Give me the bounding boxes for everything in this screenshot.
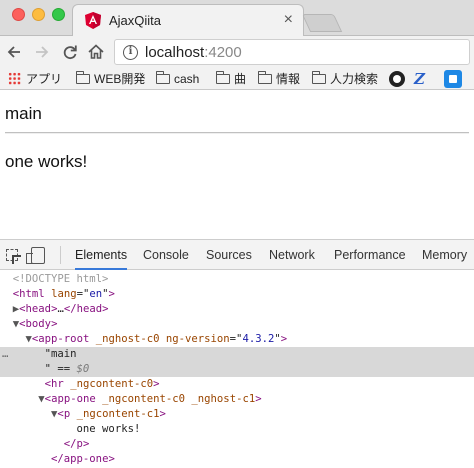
tab-elements[interactable]: Elements xyxy=(75,240,128,270)
apps-grid-icon xyxy=(8,72,21,85)
dom-node-app-one[interactable]: ▼<app-one _ngcontent-c0 _nghost-c1> xyxy=(0,392,474,407)
dom-node-hr[interactable]: <hr _ngcontent-c0> xyxy=(0,377,474,392)
bookmark-apps[interactable]: アプリ xyxy=(8,70,62,88)
close-window-button[interactable] xyxy=(12,8,25,21)
reload-icon[interactable] xyxy=(60,42,80,62)
hr-ngcontent-attr: _ngcontent-c0 xyxy=(70,378,154,390)
dom-node-p[interactable]: ▼<p _ngcontent-c1> xyxy=(0,407,474,422)
devtools-tab-bar: Elements Console Sources Network Perform… xyxy=(0,240,474,270)
text-node-main: "main xyxy=(44,348,77,360)
info-icon[interactable]: i xyxy=(123,45,138,60)
bookmark-folder-music[interactable]: 曲 xyxy=(216,70,246,88)
dom-node-p-text[interactable]: one works! xyxy=(0,422,474,437)
doctype-text: <!DOCTYPE html> xyxy=(12,273,109,285)
p-tag-name: p xyxy=(63,408,71,420)
maximize-window-button[interactable] xyxy=(52,8,65,21)
tab-sources[interactable]: Sources xyxy=(206,240,252,270)
folder-icon xyxy=(216,71,230,84)
dom-node-html[interactable]: <html lang="en"> xyxy=(0,287,474,302)
page-main-text: main xyxy=(5,104,42,123)
dom-node-app-root[interactable]: ▼<app-root _nghost-c0 ng-version="4.3.2"… xyxy=(0,332,474,347)
page-viewport: main one works! xyxy=(0,91,474,239)
tab-memory[interactable]: Memory xyxy=(422,240,467,270)
bookmark-folder-info[interactable]: 情報 xyxy=(258,70,300,88)
page-divider xyxy=(5,132,469,134)
bookmark-apps-label: アプリ xyxy=(26,72,63,86)
new-tab-button[interactable] xyxy=(301,14,343,32)
lang-attr-value: en xyxy=(89,288,103,300)
folder-icon xyxy=(258,71,272,84)
back-arrow-icon[interactable] xyxy=(4,42,24,62)
url-host: localhost xyxy=(145,44,205,61)
bookmarks-bar: アプリ WEB開発 cash 曲 情報 人力検索 Z xyxy=(0,68,474,90)
devtools-panel: Elements Console Sources Network Perform… xyxy=(0,239,474,468)
tab-performance[interactable]: Performance xyxy=(334,240,406,270)
github-icon[interactable] xyxy=(389,71,405,87)
more-options-ellipsis-icon[interactable]: … xyxy=(2,347,8,362)
home-icon[interactable] xyxy=(86,42,106,62)
dom-tree: <!DOCTYPE html> <html lang="en"> ▶<head>… xyxy=(0,271,474,468)
dom-node-body[interactable]: ▼<body> xyxy=(0,317,474,332)
tab-strip: AjaxQiita × xyxy=(0,0,474,37)
bookmark-folder-cash[interactable]: cash xyxy=(156,70,199,88)
text-node-eq: " == xyxy=(44,363,77,375)
head-close-tag-name: head xyxy=(76,303,103,315)
extension-square-icon[interactable] xyxy=(444,70,462,88)
minimize-window-button[interactable] xyxy=(32,8,45,21)
p-ngcontent-attr: _ngcontent-c1 xyxy=(76,408,160,420)
dom-node-head[interactable]: ▶<head>…</head> xyxy=(0,302,474,317)
selected-var-ref: $0 xyxy=(76,363,90,375)
app-one-nghost-attr: _nghost-c1 xyxy=(191,393,256,405)
body-tag-name: body xyxy=(25,318,52,330)
device-toolbar-icon[interactable] xyxy=(26,247,45,264)
head-tag-name: head xyxy=(25,303,52,315)
bookmark-label: 情報 xyxy=(276,72,301,86)
url-text: localhost:4200 xyxy=(145,44,242,61)
ng-version-value: 4.3.2 xyxy=(242,333,275,345)
address-bar[interactable]: i localhost:4200 xyxy=(114,39,470,65)
bookmark-label: WEB開発 xyxy=(94,72,146,86)
zenhub-icon[interactable]: Z xyxy=(414,70,425,88)
folder-icon xyxy=(156,71,170,84)
bookmark-folder-web[interactable]: WEB開発 xyxy=(76,70,145,88)
bookmark-label: cash xyxy=(174,72,200,86)
tab-network[interactable]: Network xyxy=(269,240,315,270)
html-tag-name: html xyxy=(19,288,45,300)
tab-close-icon[interactable]: × xyxy=(284,11,293,29)
dom-node-p-close[interactable]: </p> xyxy=(0,437,474,452)
app-one-close-tag-name: app-one xyxy=(63,453,109,465)
dom-node-text-end-selected[interactable]: " == $0 xyxy=(0,362,474,377)
bookmark-folder-search[interactable]: 人力検索 xyxy=(312,70,378,88)
app-one-tag-name: app-one xyxy=(51,393,96,405)
lang-attr-name: lang xyxy=(51,288,77,300)
nghost-c0-attr: _nghost-c0 xyxy=(95,333,160,345)
p-text-content: one works! xyxy=(76,423,141,435)
ng-version-attr: ng-version xyxy=(165,333,230,345)
inspect-element-icon[interactable] xyxy=(6,249,18,261)
browser-tab-active[interactable]: AjaxQiita × xyxy=(72,4,304,37)
folder-icon xyxy=(312,71,326,84)
page-paragraph: one works! xyxy=(5,152,88,171)
bookmark-label: 曲 xyxy=(234,72,247,86)
dom-node-text-main-selected[interactable]: … "main xyxy=(0,347,474,362)
url-port: :4200 xyxy=(204,44,242,61)
tab-title: AjaxQiita xyxy=(109,13,162,28)
app-root-tag-name: app-root xyxy=(38,333,90,345)
dom-node-app-one-close[interactable]: </app-one> xyxy=(0,452,474,467)
browser-toolbar: i localhost:4200 xyxy=(0,36,474,68)
bookmark-label: 人力検索 xyxy=(330,72,379,86)
app-one-ngcontent-attr: _ngcontent-c0 xyxy=(102,393,186,405)
tab-console[interactable]: Console xyxy=(143,240,189,270)
folder-icon xyxy=(76,71,90,84)
hr-tag-name: hr xyxy=(51,378,64,390)
toolbar-divider xyxy=(60,246,61,264)
dom-node-doctype[interactable]: <!DOCTYPE html> xyxy=(0,272,474,287)
angular-favicon-icon xyxy=(85,12,101,29)
forward-arrow-icon[interactable] xyxy=(32,42,52,62)
